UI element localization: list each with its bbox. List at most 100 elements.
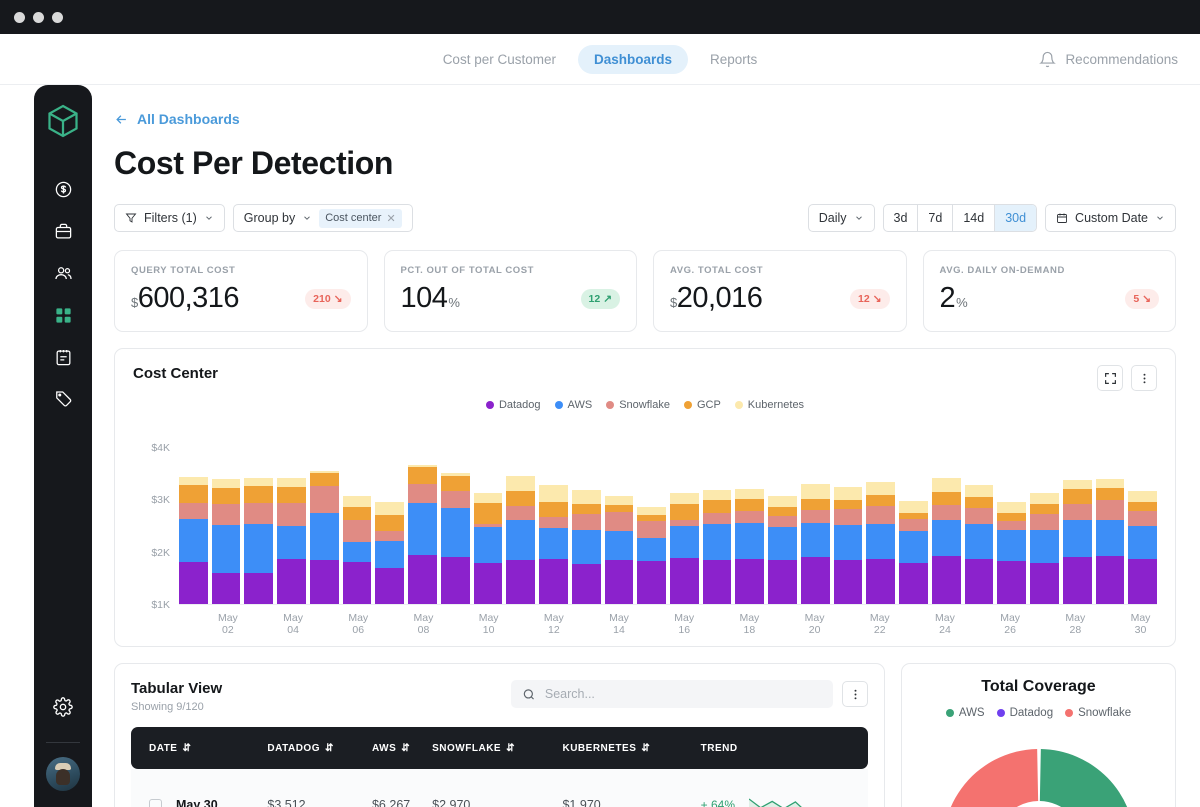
bar-may-25[interactable] [965, 485, 994, 604]
app-logo[interactable] [45, 103, 81, 144]
bar-segment-datadog [1063, 557, 1092, 604]
kpi-suffix: % [956, 295, 967, 310]
bar-may-20[interactable] [801, 484, 830, 604]
sort-icon: ⇵ [641, 743, 650, 754]
bar-may-28[interactable] [1063, 480, 1092, 604]
range-7d[interactable]: 7d [918, 205, 953, 231]
search-input[interactable] [545, 687, 822, 701]
range-3d[interactable]: 3d [884, 205, 919, 231]
bar-may-03[interactable] [244, 478, 273, 604]
legend-item-gcp[interactable]: GCP [684, 399, 721, 411]
avatar[interactable] [46, 757, 80, 791]
x-tick-label: May 04 [277, 612, 310, 636]
chip-remove-icon[interactable]: ✕ [386, 212, 395, 225]
grid-icon [54, 306, 73, 325]
legend-item-datadog[interactable]: Datadog [486, 399, 541, 411]
bar-segment-gcp [506, 491, 535, 506]
bar-may-04[interactable] [277, 478, 306, 604]
column-aws[interactable]: AWS⇵ [372, 727, 432, 769]
legend-item-snowflake[interactable]: Snowflake [606, 399, 670, 411]
coverage-legend-item-datadog[interactable]: Datadog [997, 707, 1053, 719]
granularity-select[interactable]: Daily [808, 204, 875, 232]
sidebar-item-dashboards[interactable] [44, 296, 82, 334]
coverage-legend-item-aws[interactable]: AWS [946, 707, 985, 719]
tab-reports[interactable]: Reports [694, 45, 773, 74]
bar-may-11[interactable] [506, 476, 535, 604]
cell-datadog: $3,512 [267, 769, 372, 807]
bar-may-24[interactable] [932, 478, 961, 604]
search-box[interactable] [511, 680, 833, 708]
bar-may-15[interactable] [637, 507, 666, 604]
sidebar-item-teams[interactable] [44, 254, 82, 292]
donut-slice-snowflake[interactable] [943, 749, 1038, 807]
bar-may-06[interactable] [343, 496, 372, 604]
sidebar-settings-button[interactable] [44, 688, 82, 726]
bar-segment-aws [899, 531, 928, 563]
x-tick-label [1092, 612, 1125, 636]
chart-menu-button[interactable] [1131, 365, 1157, 391]
tab-cost-per-customer[interactable]: Cost per Customer [427, 45, 572, 74]
bar-may-19[interactable] [768, 496, 797, 604]
column-datadog[interactable]: DATADOG⇵ [267, 727, 372, 769]
bar-segment-datadog [408, 555, 437, 604]
group-by-button[interactable]: Group by Cost center ✕ [233, 204, 413, 232]
range-14d[interactable]: 14d [953, 205, 995, 231]
bar-may-17[interactable] [703, 490, 732, 604]
bar-may-26[interactable] [997, 502, 1026, 604]
donut-slice-aws[interactable] [1039, 749, 1134, 807]
bar-may-29[interactable] [1096, 479, 1125, 604]
sidebar-item-tags[interactable] [44, 380, 82, 418]
bar-may-05[interactable] [310, 471, 339, 604]
bar-may-08[interactable] [408, 465, 437, 604]
column-date[interactable]: DATE⇵ [131, 727, 267, 769]
bar-may-13[interactable] [572, 490, 601, 604]
bar-segment-gcp [572, 504, 601, 514]
recommendations-button[interactable]: Recommendations [1039, 51, 1200, 68]
legend-item-kubernetes[interactable]: Kubernetes [735, 399, 804, 411]
sidebar-item-reports[interactable] [44, 338, 82, 376]
bar-may-18[interactable] [735, 489, 764, 604]
bar-may-27[interactable] [1030, 493, 1059, 604]
bar-may-21[interactable] [834, 487, 863, 604]
custom-date-button[interactable]: Custom Date [1045, 204, 1176, 232]
bar-may-16[interactable] [670, 493, 699, 604]
bar-may-30[interactable] [1128, 491, 1157, 604]
chevron-down-icon [1155, 213, 1165, 223]
granularity-value[interactable]: Daily [809, 205, 874, 231]
table-row[interactable]: May 30 $3,512 $6,267 $2,970 $1,970 + 64% [131, 769, 868, 807]
column-label: DATE [149, 743, 177, 754]
group-by-chip[interactable]: Cost center ✕ [319, 209, 401, 228]
bar-may-09[interactable] [441, 473, 470, 604]
expand-button[interactable] [1097, 365, 1123, 391]
row-checkbox[interactable] [149, 799, 162, 807]
legend-item-aws[interactable]: AWS [555, 399, 593, 411]
chart-card-header: Cost Center [133, 365, 1157, 391]
custom-date-inner[interactable]: Custom Date [1046, 205, 1175, 231]
bar-segment-snowflake [834, 509, 863, 525]
bar-may-14[interactable] [605, 496, 634, 604]
sidebar-item-costs[interactable] [44, 170, 82, 208]
bar-segment-kubernetes [866, 482, 895, 496]
table-menu-button[interactable] [842, 681, 868, 707]
bar-may-10[interactable] [474, 493, 503, 604]
coverage-legend-item-snowflake[interactable]: Snowflake [1065, 707, 1131, 719]
range-30d[interactable]: 30d [995, 205, 1036, 231]
tab-dashboards[interactable]: Dashboards [578, 45, 688, 74]
bar-may-12[interactable] [539, 485, 568, 604]
column-snowflake[interactable]: SNOWFLAKE⇵ [432, 727, 562, 769]
filters-button[interactable]: Filters (1) [114, 204, 225, 232]
bar-may-23[interactable] [899, 501, 928, 604]
tabular-view-titles: Tabular View Showing 9/120 [131, 680, 222, 713]
breadcrumb[interactable]: All Dashboards [114, 111, 1176, 127]
window-maximize-dot[interactable] [52, 12, 63, 23]
x-tick-label [831, 612, 864, 636]
bar-may-01[interactable] [179, 477, 208, 604]
window-minimize-dot[interactable] [33, 12, 44, 23]
bar-may-02[interactable] [212, 479, 241, 604]
bar-may-22[interactable] [866, 482, 895, 604]
sidebar-item-workspaces[interactable] [44, 212, 82, 250]
bar-may-07[interactable] [375, 502, 404, 604]
window-close-dot[interactable] [14, 12, 25, 23]
x-tick-label: May 10 [472, 612, 505, 636]
column-kubernetes[interactable]: KUBERNETES⇵ [562, 727, 700, 769]
